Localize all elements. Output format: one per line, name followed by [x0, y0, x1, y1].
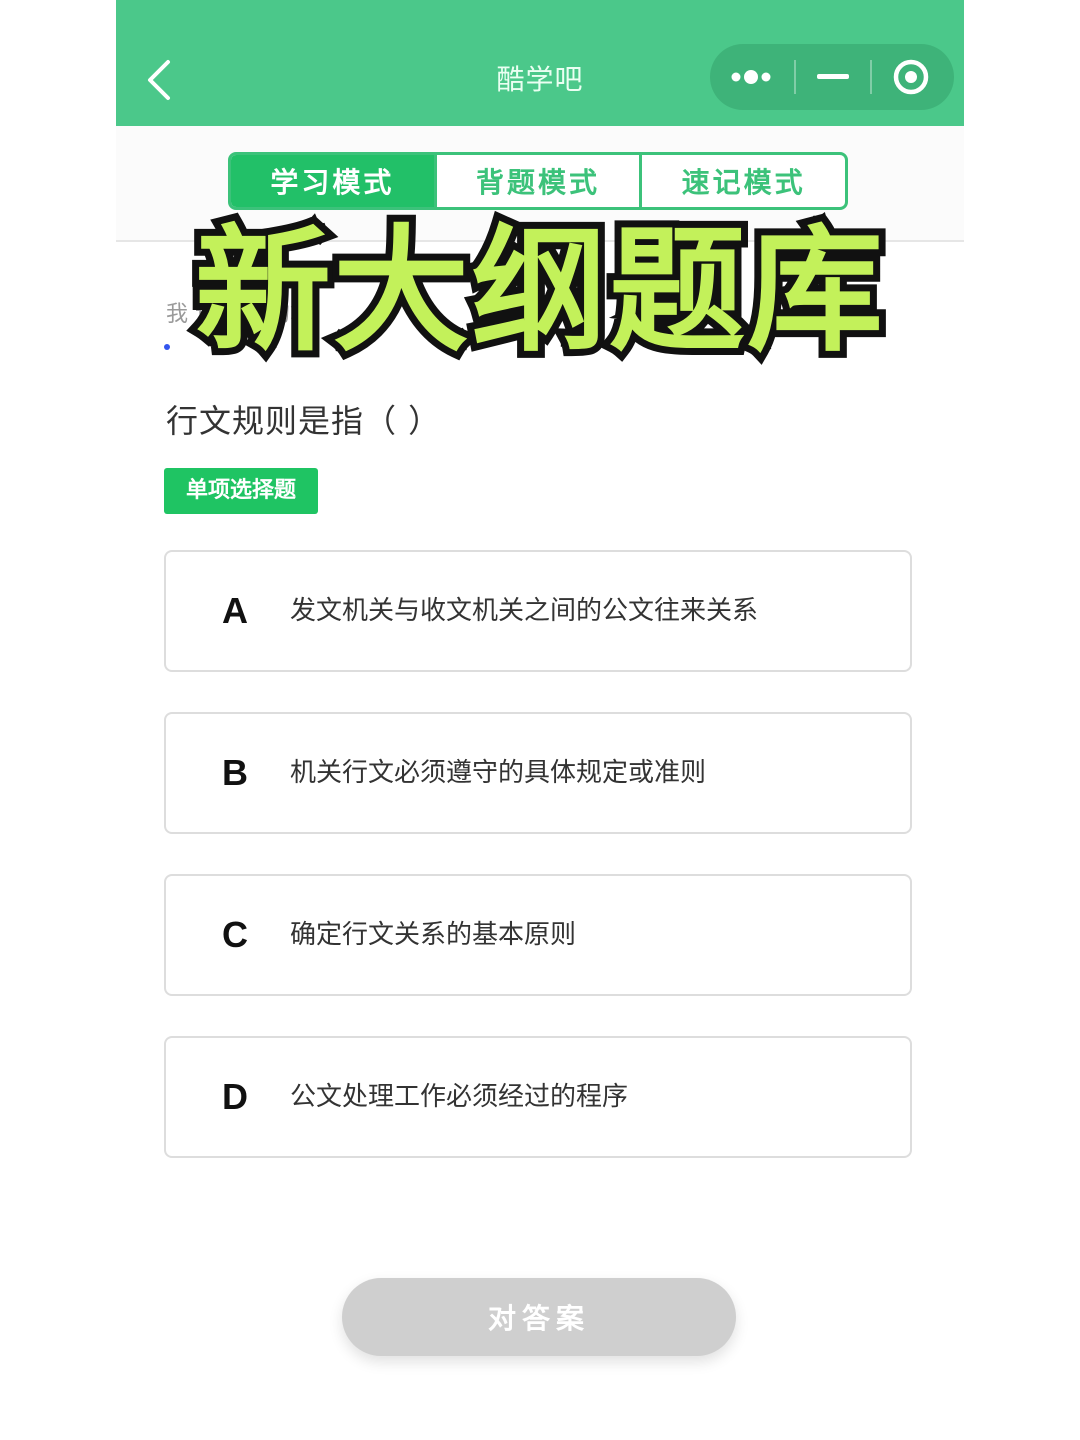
mini-program-capsule	[710, 44, 954, 110]
mode-tabs: 学习模式 背题模式 速记模式	[228, 152, 848, 210]
option-text: 发文机关与收文机关之间的公文往来关系	[290, 596, 759, 626]
option-d[interactable]: D 公文处理工作必须经过的程序	[164, 1036, 912, 1158]
minimize-icon	[817, 74, 849, 79]
check-answer-button[interactable]: 对答案	[342, 1278, 736, 1356]
tab-memorize-mode[interactable]: 背题模式	[433, 155, 640, 207]
option-letter: C	[222, 914, 248, 955]
tab-quick-mode[interactable]: 速记模式	[639, 155, 845, 207]
more-button[interactable]	[710, 44, 794, 110]
close-circle-icon	[893, 59, 929, 95]
option-a[interactable]: A 发文机关与收文机关之间的公文往来关系	[164, 550, 912, 672]
more-dots-icon	[731, 70, 771, 84]
option-letter: D	[222, 1076, 248, 1117]
option-letter: B	[222, 752, 248, 793]
option-text: 公文处理工作必须经过的程序	[290, 1082, 629, 1112]
question-type-badge: 单项选择题	[164, 468, 319, 514]
option-text: 机关行文必须遵守的具体规定或准则	[290, 758, 707, 788]
app-bar: 酷学吧	[116, 0, 964, 126]
minimize-button[interactable]	[796, 44, 870, 110]
question-text: 行文规则是指（ ）	[166, 402, 442, 440]
overlay-banner: 新大纲题库	[188, 206, 890, 378]
option-letter: A	[222, 590, 248, 631]
option-text: 确定行文关系的基本原则	[290, 920, 577, 950]
option-c[interactable]: C 确定行文关系的基本原则	[164, 874, 912, 996]
tab-study-mode[interactable]: 学习模式	[231, 155, 434, 207]
option-b[interactable]: B 机关行文必须遵守的具体规定或准则	[164, 712, 912, 834]
close-button[interactable]	[872, 44, 950, 110]
